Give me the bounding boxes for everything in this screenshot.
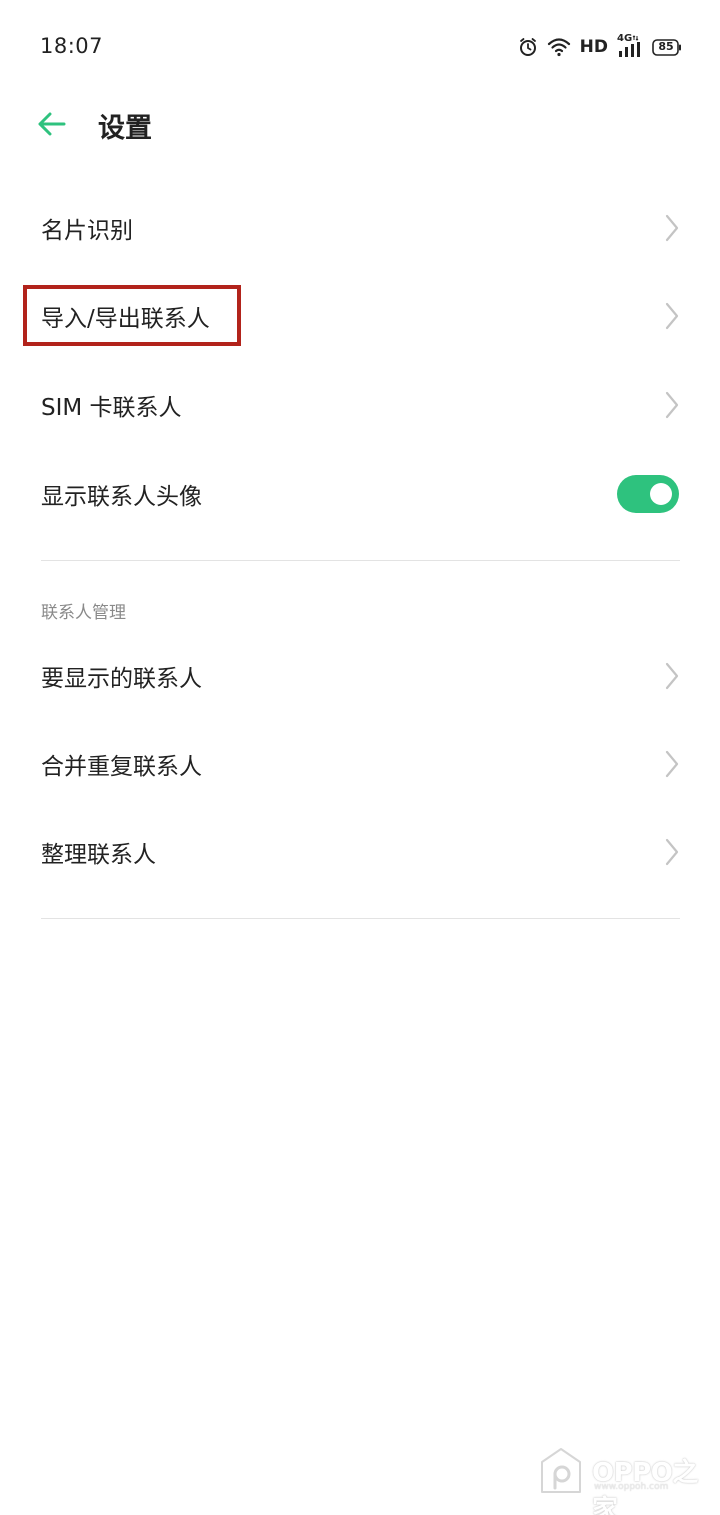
divider (41, 918, 680, 919)
row-label: SIM 卡联系人 (41, 395, 182, 421)
row-label: 显示联系人头像 (41, 484, 202, 510)
row-business-card-recognition[interactable]: 名片识别 (0, 188, 720, 268)
toggle-knob (650, 483, 672, 505)
status-time: 18:07 (40, 34, 104, 58)
section-header: 联系人管理 (41, 603, 126, 623)
status-bar: 18:07 HD 4G 85 (0, 0, 720, 92)
watermark-logo-icon (541, 1448, 581, 1493)
contacts-settings-page: 18:07 HD 4G 85 设置 名片识别 导入/导出联系人 SIM 卡联系人… (0, 0, 720, 1515)
app-header: 设置 (0, 92, 720, 158)
chevron-right-icon (665, 838, 679, 866)
divider (41, 560, 680, 561)
back-arrow-icon (38, 112, 66, 136)
avatar-toggle[interactable] (617, 475, 679, 513)
row-label: 整理联系人 (41, 842, 156, 868)
row-label: 合并重复联系人 (41, 754, 202, 780)
battery-level: 85 (658, 39, 674, 53)
row-merge-duplicate-contacts[interactable]: 合并重复联系人 (0, 724, 720, 804)
chevron-right-icon (665, 391, 679, 419)
chevron-right-icon (665, 750, 679, 778)
chevron-right-icon (665, 214, 679, 242)
row-show-contact-avatar: 显示联系人头像 (0, 454, 720, 534)
row-label: 名片识别 (41, 218, 133, 244)
watermark-url: www.oppoh.com (594, 1482, 669, 1492)
chevron-right-icon (665, 662, 679, 690)
back-button[interactable] (30, 104, 74, 144)
signal-icon: 4G (617, 33, 643, 59)
row-organize-contacts[interactable]: 整理联系人 (0, 812, 720, 892)
alarm-icon (518, 37, 538, 57)
watermark: OPPO之家 www.oppoh.com (538, 1446, 708, 1515)
wifi-icon (547, 37, 571, 57)
row-contacts-to-display[interactable]: 要显示的联系人 (0, 636, 720, 716)
hd-indicator: HD (579, 37, 608, 57)
chevron-right-icon (665, 302, 679, 330)
page-title: 设置 (98, 113, 152, 144)
status-icons: HD 4G 85 (518, 33, 682, 60)
highlight-annotation (23, 285, 241, 346)
row-label: 要显示的联系人 (41, 666, 202, 692)
row-sim-contacts[interactable]: SIM 卡联系人 (0, 365, 720, 445)
battery-icon: 85 (652, 38, 682, 56)
